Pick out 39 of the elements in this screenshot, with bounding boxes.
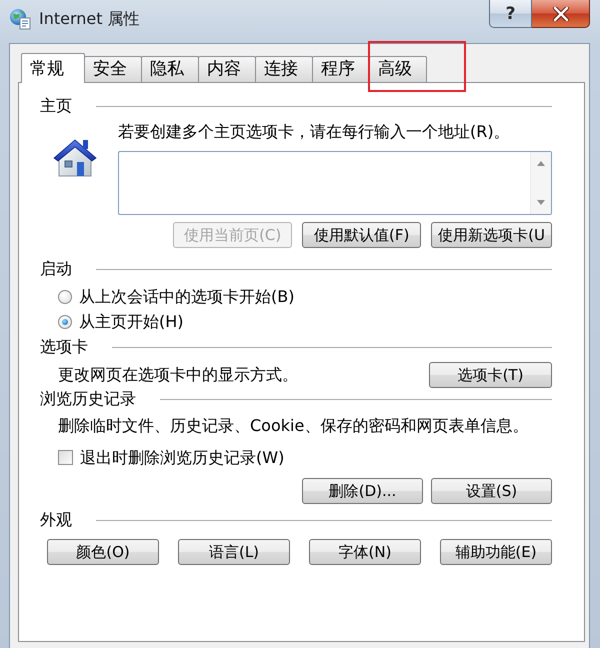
appearance-button[interactable]: 字体(N) <box>309 539 421 565</box>
section-heading: 浏览历史记录 <box>40 388 136 410</box>
tab[interactable]: 安全 <box>84 56 142 82</box>
tabs-button[interactable]: 选项卡(T) <box>429 362 552 388</box>
section-heading: 选项卡 <box>40 336 88 358</box>
tab[interactable]: 程序 <box>312 56 370 82</box>
section-heading: 主页 <box>40 95 72 117</box>
scrollbar[interactable] <box>530 152 551 214</box>
appearance-button[interactable]: 颜色(O) <box>47 539 159 565</box>
history-button[interactable]: 删除(D)... <box>302 478 423 504</box>
tab[interactable]: 内容 <box>198 56 256 82</box>
appearance-button[interactable]: 语言(L) <box>178 539 290 565</box>
window-title: Internet 属性 <box>39 8 140 30</box>
globe-document-icon <box>9 8 31 30</box>
section-heading: 启动 <box>40 258 72 280</box>
appearance-button[interactable]: 辅助功能(E) <box>440 539 552 565</box>
tab[interactable]: 高级 <box>369 56 427 82</box>
history-button[interactable]: 设置(S) <box>431 478 552 504</box>
tab[interactable]: 隐私 <box>141 56 199 82</box>
description-text: 更改网页在选项卡中的显示方式。 <box>58 364 298 386</box>
description-text: 删除临时文件、历史记录、Cookie、保存的密码和网页表单信息。 <box>58 415 530 437</box>
radio-label[interactable]: 从主页开始(H) <box>79 310 184 332</box>
radio-label[interactable]: 从上次会话中的选项卡开始(B) <box>79 286 294 308</box>
close-button[interactable] <box>532 0 590 28</box>
close-icon[interactable] <box>552 6 568 20</box>
checkbox[interactable] <box>58 450 73 465</box>
section-heading: 外观 <box>40 509 72 531</box>
radio-button[interactable] <box>58 314 72 328</box>
tab[interactable]: 连接 <box>255 56 313 82</box>
homepage-button[interactable]: 使用新选项卡(U <box>431 222 552 248</box>
homepage-button[interactable]: 使用默认值(F) <box>302 222 422 248</box>
instruction-text: 若要创建多个主页选项卡，请在每行输入一个地址(R)。 <box>118 121 511 143</box>
checkbox-label[interactable]: 退出时删除浏览历史记录(W) <box>80 446 284 468</box>
help-button[interactable]: ? <box>489 0 532 28</box>
scroll-up-icon[interactable] <box>537 161 545 166</box>
address-field[interactable] <box>118 151 552 215</box>
radio-button[interactable] <box>58 290 72 304</box>
scroll-down-icon[interactable] <box>537 200 545 205</box>
tab[interactable]: 常规 <box>21 53 85 83</box>
